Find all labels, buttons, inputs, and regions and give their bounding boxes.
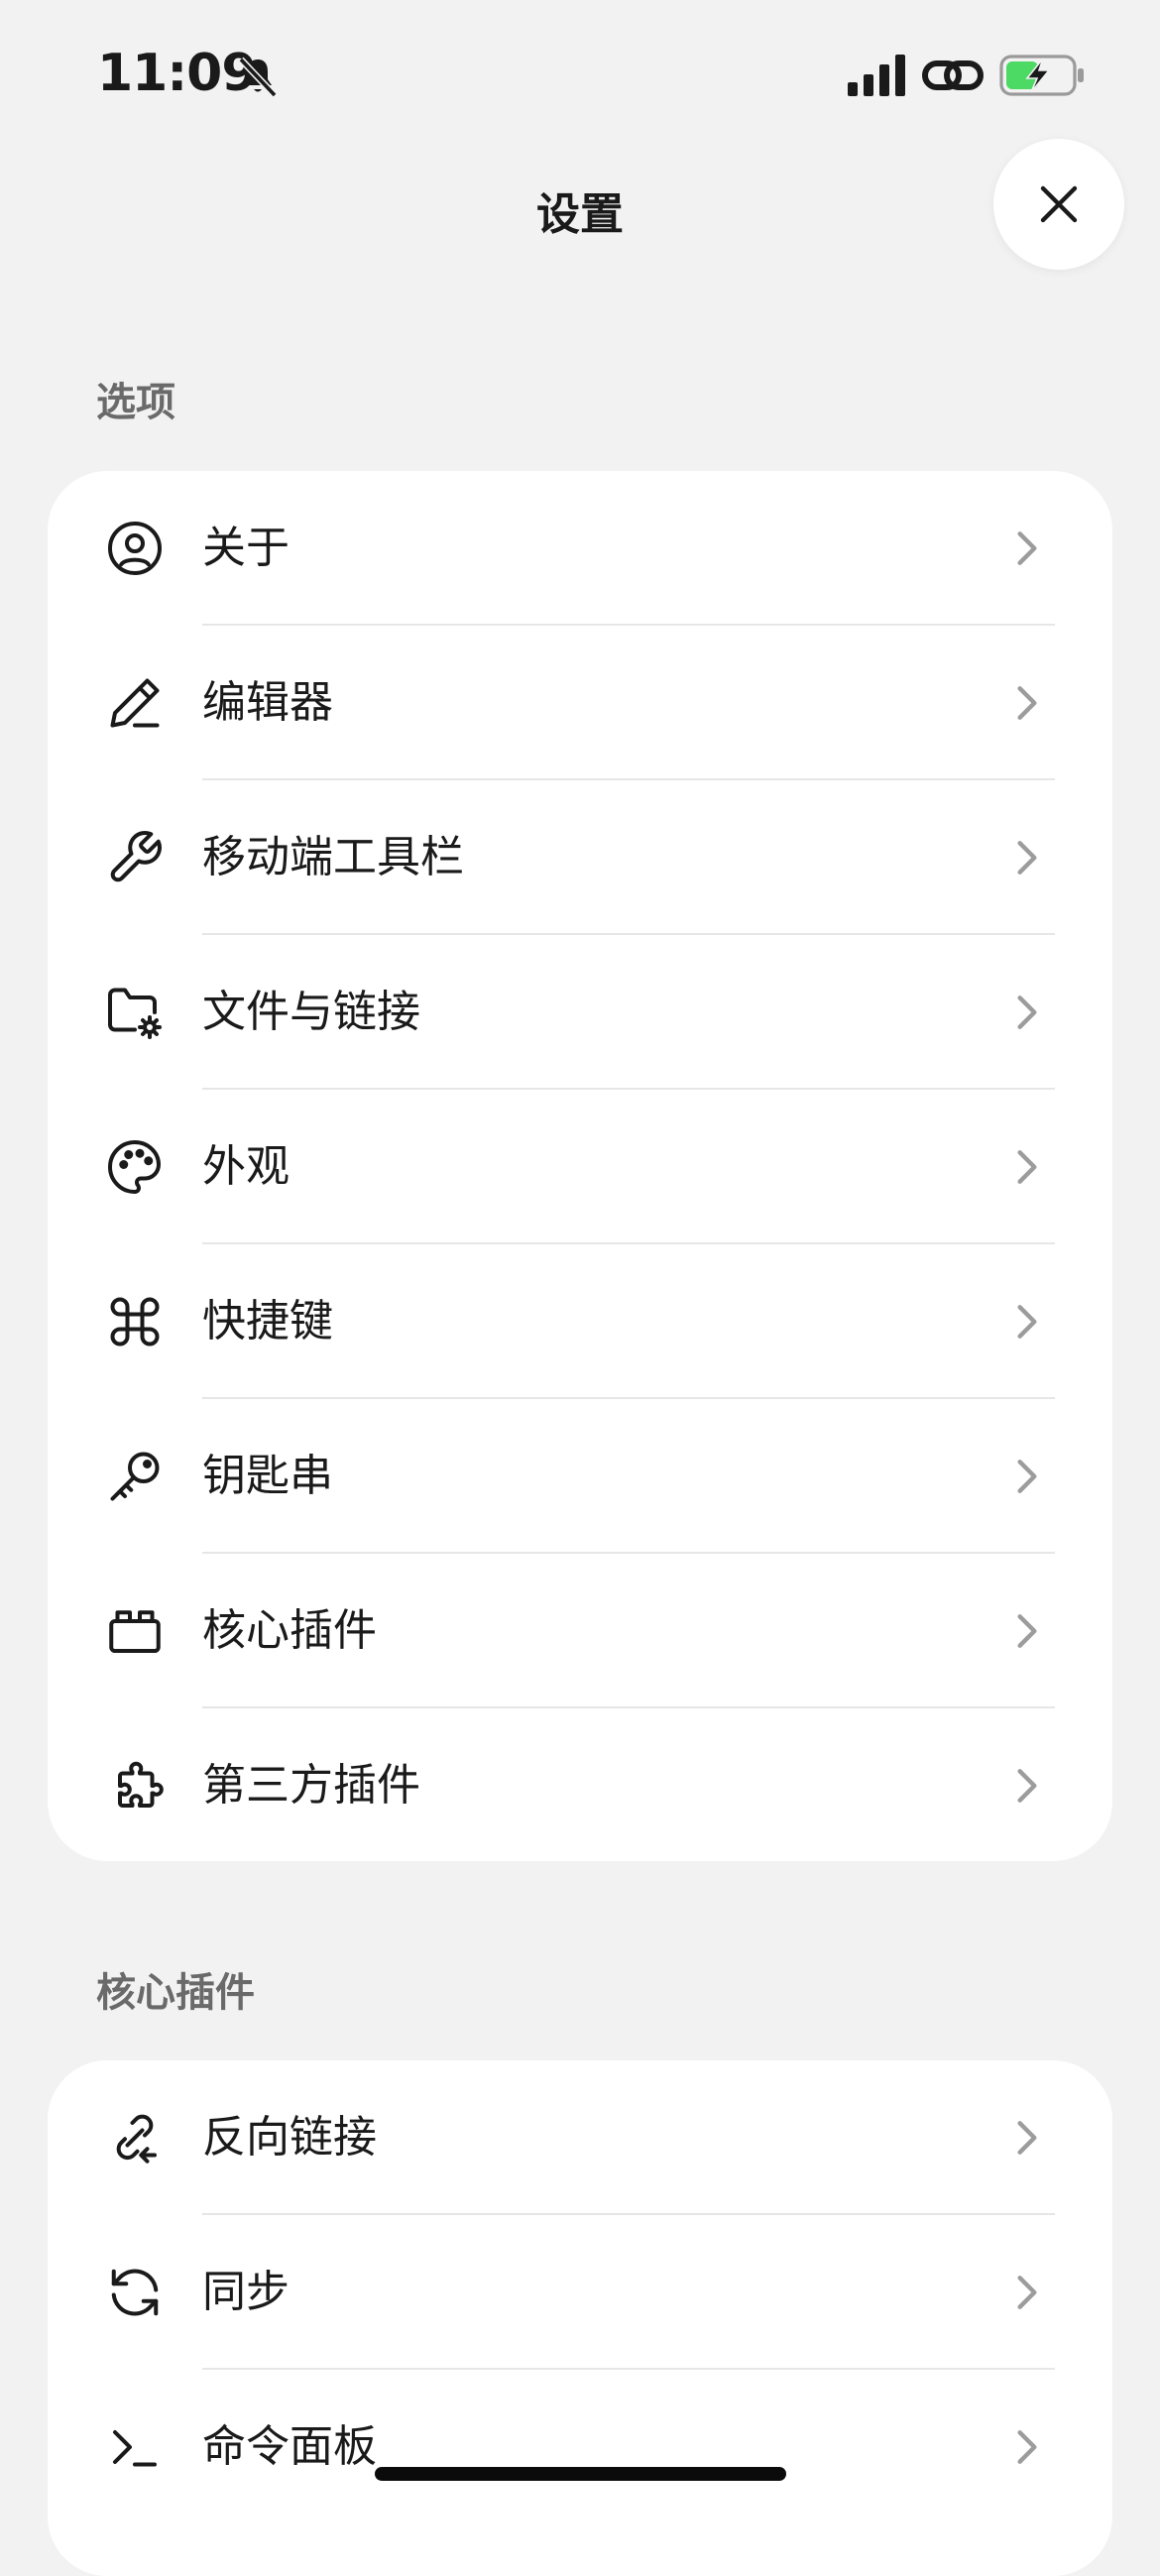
chevron-right-icon — [1017, 1460, 1037, 1493]
chevron-right-icon — [1017, 841, 1037, 875]
settings-row-files-links[interactable]: 文件与链接 — [48, 935, 1112, 1090]
settings-row-community-plugins[interactable]: 第三方插件 — [48, 1708, 1112, 1861]
settings-row-backlinks[interactable]: 反向链接 — [48, 2060, 1112, 2215]
settings-row-label: 外观 — [202, 1141, 290, 1192]
chevron-right-icon — [1017, 1614, 1037, 1648]
close-icon — [1040, 185, 1078, 223]
core-plugin-icon — [109, 1610, 161, 1653]
settings-row-label: 快捷键 — [202, 1296, 333, 1347]
link-icon — [922, 60, 984, 90]
settings-row-label: 移动端工具栏 — [202, 832, 464, 882]
settings-row-editor[interactable]: 编辑器 — [48, 626, 1112, 780]
settings-row-keychain[interactable]: 钥匙串 — [48, 1399, 1112, 1554]
page-title: 设置 — [536, 189, 624, 240]
settings-row-label: 钥匙串 — [202, 1451, 333, 1501]
pencil-icon — [110, 678, 160, 728]
header: 设置 — [0, 149, 1160, 268]
chevron-right-icon — [1017, 531, 1037, 565]
chevron-right-icon — [1017, 2430, 1037, 2464]
key-icon — [110, 1452, 160, 1501]
backlink-icon — [116, 2114, 157, 2164]
puzzle-icon — [118, 1761, 164, 1808]
sync-icon — [111, 2269, 159, 2316]
wrench-icon — [110, 831, 162, 882]
chevron-right-icon — [1017, 1305, 1037, 1339]
options-card: 关于 编辑器 移动端工具栏 文件与链接 外观 快捷键 钥匙串 核心插件 第三方插… — [48, 471, 1112, 1861]
settings-row-command-palette[interactable]: 命令面板 — [48, 2370, 1112, 2524]
settings-row-label: 反向链接 — [202, 2112, 377, 2163]
terminal-icon — [113, 2430, 157, 2467]
settings-row-label: 文件与链接 — [202, 987, 420, 1037]
settings-row-label: 核心插件 — [202, 1605, 377, 1656]
palette-icon — [108, 1140, 161, 1194]
chevron-right-icon — [1017, 1150, 1037, 1184]
home-indicator[interactable] — [375, 2467, 786, 2481]
settings-row-label: 同步 — [202, 2267, 290, 2317]
settings-row-hotkeys[interactable]: 快捷键 — [48, 1244, 1112, 1399]
settings-row-label: 第三方插件 — [202, 1760, 420, 1811]
command-icon — [110, 1297, 160, 1347]
settings-row-label: 关于 — [202, 523, 290, 573]
chevron-right-icon — [1017, 2121, 1037, 2155]
close-button[interactable] — [993, 139, 1124, 270]
user-circle-icon — [108, 522, 162, 575]
core-plugins-card: 反向链接 同步 命令面板 — [48, 2060, 1112, 2576]
chevron-right-icon — [1017, 686, 1037, 720]
settings-row-mobile-toolbar[interactable]: 移动端工具栏 — [48, 780, 1112, 935]
settings-row-core-plugins[interactable]: 核心插件 — [48, 1554, 1112, 1708]
settings-row-about[interactable]: 关于 — [48, 471, 1112, 626]
settings-row-label: 编辑器 — [202, 677, 333, 728]
settings-row-sync[interactable]: 同步 — [48, 2215, 1112, 2370]
section-title-options: 选项 — [96, 380, 175, 425]
chevron-right-icon — [1017, 2276, 1037, 2309]
chevron-right-icon — [1017, 995, 1037, 1029]
settings-row-label: 命令面板 — [202, 2421, 377, 2472]
chevron-right-icon — [1017, 1769, 1037, 1803]
section-title-core-plugins: 核心插件 — [96, 1970, 255, 2016]
status-bar: 11:09 — [0, 0, 1160, 159]
cellular-signal-icon — [848, 55, 905, 96]
battery-charging-icon — [999, 55, 1084, 96]
status-time: 11:09 — [97, 44, 258, 103]
folder-gear-icon — [108, 988, 162, 1039]
bell-slash-icon — [238, 57, 278, 98]
settings-row-appearance[interactable]: 外观 — [48, 1090, 1112, 1244]
